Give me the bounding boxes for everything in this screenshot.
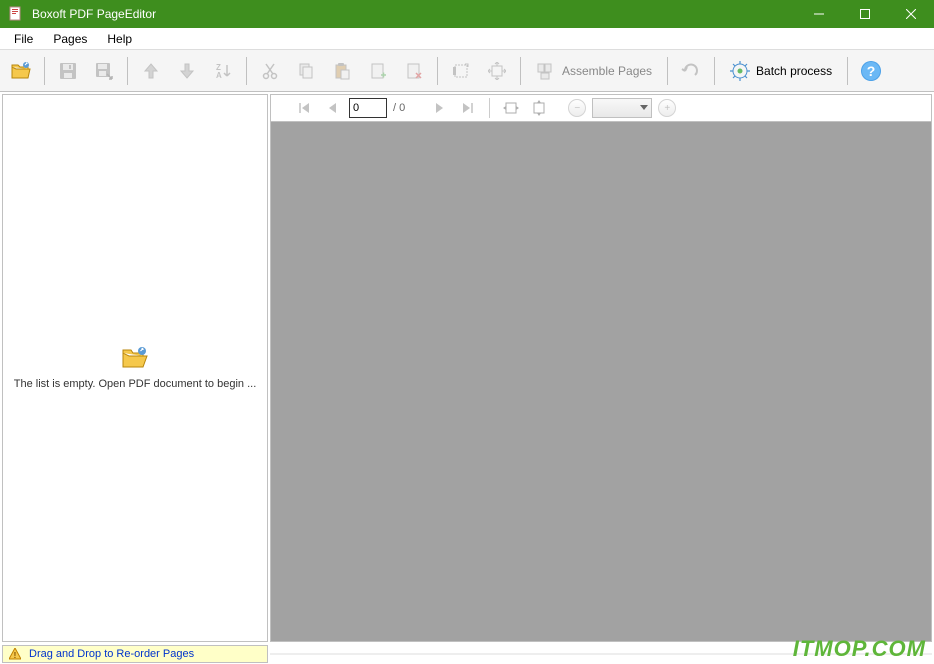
- assemble-pages-button[interactable]: Assemble Pages: [527, 54, 661, 88]
- next-page-button[interactable]: [429, 97, 451, 119]
- zoom-out-button[interactable]: −: [568, 99, 586, 117]
- last-page-button[interactable]: [457, 97, 479, 119]
- menu-help[interactable]: Help: [97, 30, 142, 48]
- content-area: The list is empty. Open PDF document to …: [0, 92, 934, 644]
- page-list-panel[interactable]: The list is empty. Open PDF document to …: [2, 94, 268, 642]
- copy-button[interactable]: [289, 54, 323, 88]
- insert-page-button[interactable]: [361, 54, 395, 88]
- separator: [714, 57, 715, 85]
- batch-process-button[interactable]: Batch process: [721, 54, 841, 88]
- menu-file[interactable]: File: [4, 30, 43, 48]
- batch-label: Batch process: [756, 64, 832, 78]
- menubar: File Pages Help: [0, 28, 934, 50]
- cut-button[interactable]: [253, 54, 287, 88]
- page-number-input[interactable]: [349, 98, 387, 118]
- watermark: ITMOP.COM: [793, 636, 926, 662]
- empty-state: The list is empty. Open PDF document to …: [3, 95, 267, 641]
- separator: [520, 57, 521, 85]
- empty-text: The list is empty. Open PDF document to …: [14, 378, 257, 390]
- page-nav-bar: / 0 − +: [270, 94, 932, 122]
- fit-page-button[interactable]: [528, 97, 550, 119]
- help-button[interactable]: ?: [854, 54, 888, 88]
- resize-button[interactable]: [480, 54, 514, 88]
- preview-canvas[interactable]: [270, 122, 932, 642]
- assemble-label: Assemble Pages: [562, 64, 652, 78]
- crop-button[interactable]: [444, 54, 478, 88]
- save-button[interactable]: [51, 54, 85, 88]
- minimize-button[interactable]: [796, 0, 842, 28]
- separator: [437, 57, 438, 85]
- app-icon: [8, 6, 24, 22]
- status-hint: ! Drag and Drop to Re-order Pages: [2, 645, 268, 663]
- save-as-button[interactable]: [87, 54, 121, 88]
- zoom-in-button[interactable]: +: [658, 99, 676, 117]
- separator: [667, 57, 668, 85]
- separator: [489, 98, 490, 118]
- prev-page-button[interactable]: [321, 97, 343, 119]
- undo-button[interactable]: [674, 54, 708, 88]
- close-button[interactable]: [888, 0, 934, 28]
- svg-text:!: !: [14, 651, 17, 660]
- separator: [127, 57, 128, 85]
- menu-pages[interactable]: Pages: [43, 30, 97, 48]
- preview-panel: / 0 − +: [270, 94, 932, 642]
- separator: [847, 57, 848, 85]
- delete-page-button[interactable]: [397, 54, 431, 88]
- window-title: Boxoft PDF PageEditor: [32, 7, 796, 21]
- first-page-button[interactable]: [293, 97, 315, 119]
- zoom-combo[interactable]: [592, 98, 652, 118]
- status-text: Drag and Drop to Re-order Pages: [29, 648, 194, 660]
- paste-button[interactable]: [325, 54, 359, 88]
- fit-width-button[interactable]: [500, 97, 522, 119]
- sort-button[interactable]: ZA: [206, 54, 240, 88]
- separator: [44, 57, 45, 85]
- page-total-label: / 0: [393, 102, 405, 114]
- svg-text:A: A: [216, 71, 222, 80]
- folder-open-icon: [121, 346, 149, 370]
- titlebar: Boxoft PDF PageEditor: [0, 0, 934, 28]
- warning-icon: !: [9, 648, 21, 660]
- open-button[interactable]: [4, 54, 38, 88]
- move-up-button[interactable]: [134, 54, 168, 88]
- maximize-button[interactable]: [842, 0, 888, 28]
- window-controls: [796, 0, 934, 28]
- move-down-button[interactable]: [170, 54, 204, 88]
- svg-text:?: ?: [867, 63, 876, 79]
- main-toolbar: ZA Assemble Pages Batch process ?: [0, 50, 934, 92]
- separator: [246, 57, 247, 85]
